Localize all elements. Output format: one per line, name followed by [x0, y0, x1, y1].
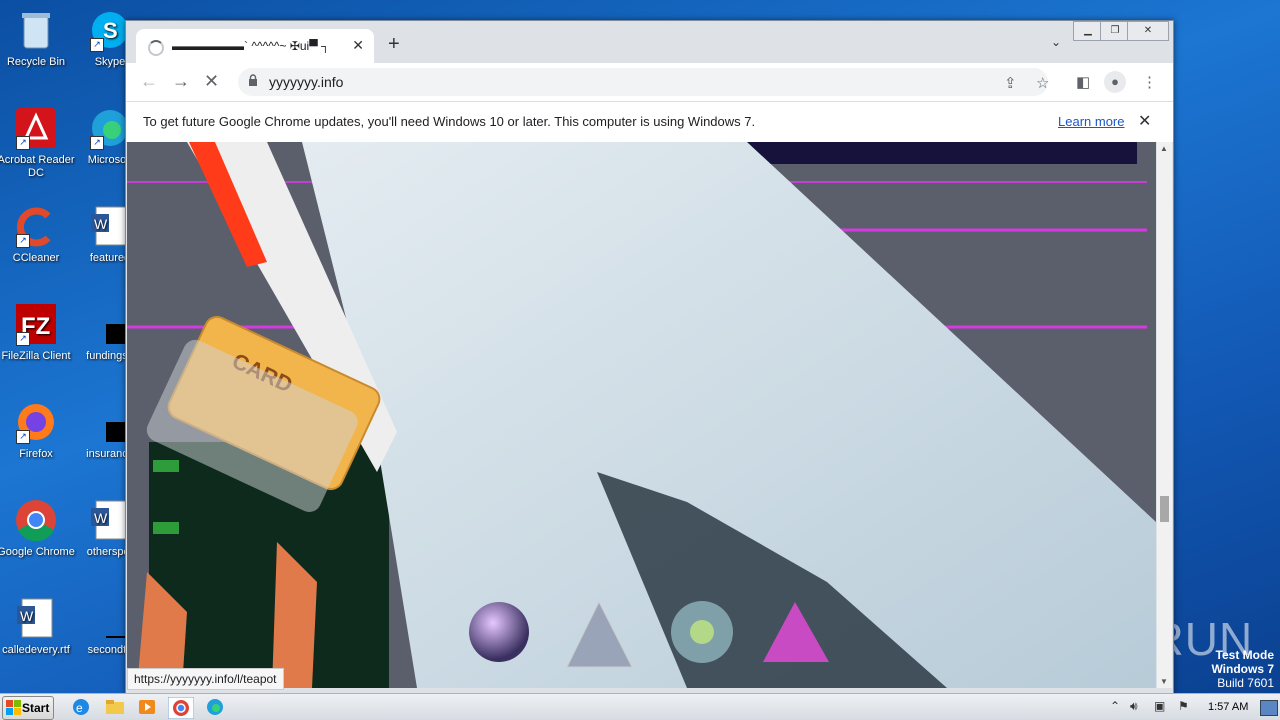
menu-kebab-icon[interactable]: ⋮ — [1142, 73, 1157, 91]
chrome-icon — [14, 498, 58, 542]
infobar-message: To get future Google Chrome updates, you… — [143, 114, 756, 129]
test-mode-notice: Test Mode Windows 7 Build 7601 — [1211, 648, 1274, 690]
filezilla-icon: FZ ↗ — [14, 302, 58, 346]
close-window-button[interactable]: ✕ — [1127, 21, 1169, 41]
desktop-icon-calledevery[interactable]: W calledevery.rtf — [0, 596, 76, 657]
learn-more-link[interactable]: Learn more — [1058, 114, 1124, 129]
word-document-icon: W — [14, 596, 58, 640]
acrobat-icon: ↗ — [14, 106, 58, 150]
firefox-icon: ↗ — [14, 400, 58, 444]
shortcut-arrow-icon: ↗ — [90, 38, 104, 52]
scroll-up-arrow-icon[interactable]: ▲ — [1160, 144, 1168, 153]
start-button[interactable]: Start — [2, 696, 54, 720]
recycle-bin-icon — [14, 8, 58, 52]
show-desktop-button[interactable] — [1260, 700, 1278, 716]
vertical-scrollbar[interactable]: ▲ ▼ — [1157, 142, 1172, 688]
test-mode-line: Windows 7 — [1211, 662, 1274, 676]
start-label: Start — [22, 701, 50, 715]
svg-text:W: W — [94, 510, 108, 526]
loading-spinner-icon — [148, 40, 164, 56]
desktop-icon-label: Firefox — [19, 448, 53, 460]
desktop-icon-label: Google Chrome — [0, 546, 75, 558]
chrome-taskbar-icon[interactable] — [168, 697, 194, 719]
shortcut-arrow-icon: ↗ — [16, 430, 30, 444]
infobar-close-icon[interactable]: ✕ — [1138, 111, 1151, 131]
desktop-icon-label: Acrobat Reader DC — [0, 154, 75, 179]
test-mode-line: Test Mode — [1215, 648, 1274, 662]
page-content[interactable]: CARD — [127, 142, 1156, 688]
shortcut-arrow-icon: ↗ — [16, 234, 30, 248]
tab-close-icon[interactable]: ✕ — [352, 37, 364, 54]
desktop-icon-chrome[interactable]: Google Chrome — [0, 498, 76, 559]
desktop-icon-label: Recycle Bin — [6, 56, 66, 68]
scrollbar-thumb[interactable] — [1160, 496, 1169, 522]
shortcut-arrow-icon: ↗ — [16, 332, 30, 346]
browser-toolbar: ← → ✕ yyyyyyy.info ⇪ ☆ ◧ ● ⋮ — [126, 63, 1173, 101]
network-icon[interactable]: ▣ — [1154, 699, 1165, 713]
edge-taskbar-icon[interactable] — [204, 697, 226, 717]
share-icon[interactable]: ⇪ — [1004, 74, 1017, 92]
desktop-icon-firefox[interactable]: ↗ Firefox — [0, 400, 76, 461]
svg-text:W: W — [20, 608, 34, 624]
action-center-flag-icon[interactable]: ⚑ — [1178, 699, 1189, 713]
desktop-icon-recycle-bin[interactable]: Recycle Bin — [0, 8, 76, 69]
test-mode-line: Build 7601 — [1217, 676, 1274, 690]
forward-button[interactable]: → — [172, 71, 190, 92]
chrome-window: ▬▬▬▬▬▬` ^^^^^~ ✠ui▀ ┐ ✕ + ⌄ ▁ ❐ ✕ ← → ✕ … — [125, 20, 1174, 694]
file-explorer-icon[interactable] — [104, 697, 126, 717]
profile-avatar-icon[interactable]: ● — [1104, 71, 1126, 93]
windows-logo-icon — [6, 700, 21, 715]
desktop-icon-label: FileZilla Client — [1, 350, 71, 362]
ccleaner-icon: ↗ — [14, 204, 58, 248]
browser-tab[interactable]: ▬▬▬▬▬▬` ^^^^^~ ✠ui▀ ┐ ✕ — [136, 29, 374, 63]
desktop-icon-ccleaner[interactable]: ↗ CCleaner — [0, 204, 76, 265]
page-artwork: CARD — [127, 142, 1156, 688]
update-infobar: To get future Google Chrome updates, you… — [126, 101, 1173, 143]
svg-text:e: e — [76, 701, 83, 715]
new-tab-button[interactable]: + — [388, 33, 400, 56]
minimize-button[interactable]: ▁ — [1073, 21, 1103, 41]
address-bar[interactable]: yyyyyyy.info ⇪ ☆ — [238, 68, 1049, 96]
address-text: yyyyyyy.info — [269, 74, 344, 90]
scroll-down-arrow-icon[interactable]: ▼ — [1160, 677, 1168, 686]
lock-icon — [249, 74, 257, 86]
shortcut-arrow-icon: ↗ — [16, 136, 30, 150]
tab-search-icon[interactable]: ⌄ — [1051, 35, 1061, 49]
desktop-icon-label: calledevery.rtf — [2, 644, 70, 656]
internet-explorer-icon[interactable]: e — [70, 697, 92, 717]
media-player-icon[interactable] — [136, 697, 158, 717]
tab-title: ▬▬▬▬▬▬` ^^^^^~ ✠ui▀ ┐ — [172, 39, 330, 53]
restore-button[interactable]: ❐ — [1100, 21, 1130, 41]
volume-icon[interactable]: 🔊︎ — [1130, 699, 1138, 714]
desktop-icon-label: CCleaner — [12, 252, 60, 264]
tab-strip: ▬▬▬▬▬▬` ^^^^^~ ✠ui▀ ┐ ✕ + ⌄ ▁ ❐ ✕ — [126, 21, 1173, 63]
desktop-icon-acrobat[interactable]: ↗ Acrobat Reader DC — [0, 106, 76, 180]
stop-loading-button[interactable]: ✕ — [204, 71, 219, 92]
back-button[interactable]: ← — [140, 71, 158, 92]
shortcut-arrow-icon: ↗ — [90, 136, 104, 150]
show-hidden-icons-icon[interactable]: ⌃ — [1110, 699, 1120, 713]
desktop-icon-filezilla[interactable]: FZ ↗ FileZilla Client — [0, 302, 76, 363]
svg-text:W: W — [94, 216, 108, 232]
bookmark-star-icon[interactable]: ☆ — [1036, 74, 1049, 92]
taskbar: Start e ⌃ 🔊︎ ▣ ⚑ 1:57 AM — [0, 693, 1280, 720]
side-panel-icon[interactable]: ◧ — [1076, 73, 1090, 91]
taskbar-clock[interactable]: 1:57 AM — [1208, 701, 1248, 713]
status-bubble-url: https://yyyyyyy.info/l/teapot — [127, 668, 284, 690]
svg-text:S: S — [103, 18, 118, 43]
